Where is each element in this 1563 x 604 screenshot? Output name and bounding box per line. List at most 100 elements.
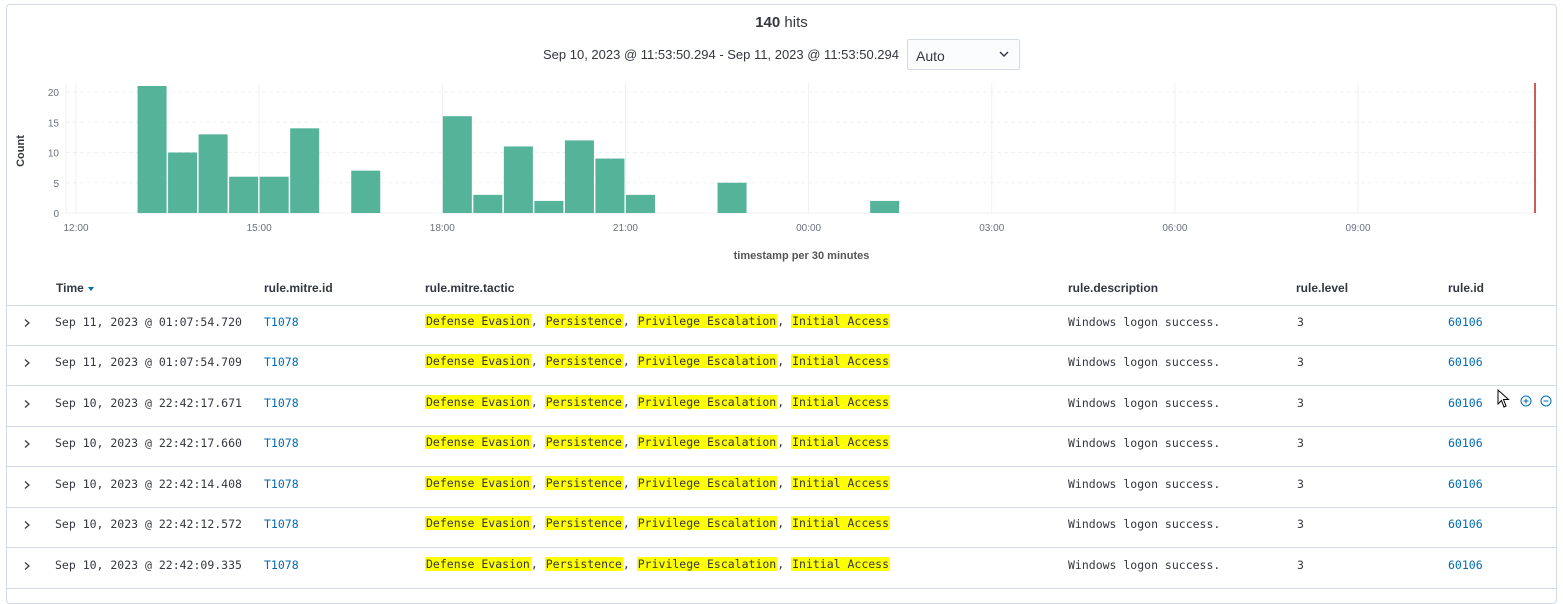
table-row[interactable]: Sep 10, 2023 @ 22:42:14.408 T1078 Defense … bbox=[6, 467, 1557, 508]
cell-rule-id[interactable]: 60106 bbox=[1448, 315, 1483, 329]
tactic-highlight: Initial Access bbox=[791, 516, 891, 530]
chevron-right-icon[interactable] bbox=[22, 358, 32, 368]
column-header-mitre-id[interactable]: rule.mitre.id bbox=[264, 281, 333, 295]
x-tick-label: 00:00 bbox=[796, 223, 821, 234]
tactic-highlight: Persistence bbox=[544, 557, 623, 571]
cell-mitre-id[interactable]: T1078 bbox=[264, 517, 299, 531]
chevron-right-icon[interactable] bbox=[22, 561, 32, 571]
hits-summary: 140 hits bbox=[755, 14, 808, 31]
cell-time: Sep 10, 2023 @ 22:42:12.572 bbox=[55, 517, 242, 531]
interval-select[interactable]: Auto bbox=[907, 39, 1020, 70]
tactic-highlight: Defense Evasion bbox=[425, 395, 531, 409]
chevron-right-icon[interactable] bbox=[22, 520, 32, 530]
histogram-bar[interactable] bbox=[229, 176, 259, 213]
tactic-highlight: Privilege Escalation bbox=[636, 314, 778, 328]
table-row[interactable]: Sep 11, 2023 @ 01:07:54.720 T1078 Defense … bbox=[6, 305, 1557, 346]
cell-mitre-tactic: Defense Evasion, Persistence, Privilege … bbox=[425, 557, 891, 571]
table-row[interactable]: Sep 10, 2023 @ 22:42:17.660 T1078 Defense … bbox=[6, 426, 1557, 467]
cell-description: Windows logon success. bbox=[1068, 477, 1221, 491]
table-row[interactable]: Sep 10, 2023 @ 22:42:17.671 T1078 Defense … bbox=[6, 386, 1557, 427]
histogram-bar[interactable] bbox=[564, 140, 594, 213]
cell-description: Windows logon success. bbox=[1068, 396, 1221, 410]
histogram-bar[interactable] bbox=[351, 170, 381, 213]
histogram-bar[interactable] bbox=[442, 116, 472, 213]
cell-rule-id[interactable]: 60106 bbox=[1448, 355, 1483, 369]
cell-mitre-tactic: Defense Evasion, Persistence, Privilege … bbox=[425, 354, 891, 368]
cell-time: Sep 10, 2023 @ 22:42:17.660 bbox=[55, 436, 242, 450]
cell-level: 3 bbox=[1297, 396, 1304, 410]
cell-level: 3 bbox=[1297, 315, 1304, 329]
minus-in-circle-icon[interactable] bbox=[1540, 395, 1552, 407]
x-tick-label: 15:00 bbox=[247, 223, 272, 234]
cell-time: Sep 10, 2023 @ 22:42:14.408 bbox=[55, 477, 242, 491]
cell-mitre-id[interactable]: T1078 bbox=[264, 558, 299, 572]
plus-in-circle-icon[interactable] bbox=[1520, 395, 1532, 407]
column-header-level[interactable]: rule.level bbox=[1296, 281, 1348, 295]
cell-level: 3 bbox=[1297, 558, 1304, 572]
histogram-bar[interactable] bbox=[259, 176, 289, 213]
chevron-right-icon[interactable] bbox=[22, 399, 32, 409]
cell-description: Windows logon success. bbox=[1068, 517, 1221, 531]
histogram-bar[interactable] bbox=[717, 182, 747, 213]
cell-rule-id[interactable]: 60106 bbox=[1448, 558, 1483, 572]
cell-rule-id[interactable]: 60106 bbox=[1448, 436, 1483, 450]
histogram-bar[interactable] bbox=[290, 128, 320, 213]
cell-time: Sep 11, 2023 @ 01:07:54.720 bbox=[55, 315, 242, 329]
cell-time: Sep 10, 2023 @ 22:42:09.335 bbox=[55, 558, 242, 572]
histogram-bar[interactable] bbox=[198, 134, 228, 213]
y-tick-label: 5 bbox=[53, 179, 59, 190]
table-row[interactable]: Sep 10, 2023 @ 22:42:12.572 T1078 Defense … bbox=[6, 507, 1557, 548]
cell-mitre-id[interactable]: T1078 bbox=[264, 355, 299, 369]
interval-value: Auto bbox=[916, 48, 945, 64]
tactic-highlight: Defense Evasion bbox=[425, 476, 531, 490]
x-tick-label: 03:00 bbox=[979, 223, 1004, 234]
cell-time: Sep 11, 2023 @ 01:07:54.709 bbox=[55, 355, 242, 369]
cell-description: Windows logon success. bbox=[1068, 355, 1221, 369]
cell-rule-id[interactable]: 60106 bbox=[1448, 517, 1483, 531]
histogram-bar[interactable] bbox=[137, 85, 167, 213]
tactic-highlight: Privilege Escalation bbox=[636, 395, 778, 409]
tactic-highlight: Persistence bbox=[544, 435, 623, 449]
tactic-highlight: Privilege Escalation bbox=[636, 476, 778, 490]
histogram-bar[interactable] bbox=[625, 194, 655, 213]
time-range-label: Sep 10, 2023 @ 11:53:50.294 - Sep 11, 20… bbox=[543, 47, 900, 62]
cell-level: 3 bbox=[1297, 517, 1304, 531]
column-header-rule-id[interactable]: rule.id bbox=[1448, 281, 1484, 295]
cell-mitre-tactic: Defense Evasion, Persistence, Privilege … bbox=[425, 395, 891, 409]
cell-rule-id[interactable]: 60106 bbox=[1448, 477, 1483, 491]
histogram-bar[interactable] bbox=[473, 194, 503, 213]
tactic-highlight: Persistence bbox=[544, 516, 623, 530]
histogram-bar[interactable] bbox=[595, 158, 625, 213]
histogram-bar[interactable] bbox=[503, 146, 533, 213]
y-tick-label: 20 bbox=[48, 88, 60, 99]
table-row[interactable]: Sep 10, 2023 @ 22:42:09.335 T1078 Defense … bbox=[6, 548, 1557, 589]
cell-mitre-id[interactable]: T1078 bbox=[264, 396, 299, 410]
table-row[interactable]: Sep 11, 2023 @ 01:07:54.709 T1078 Defense … bbox=[6, 345, 1557, 386]
tactic-highlight: Initial Access bbox=[791, 354, 891, 368]
histogram-chart[interactable]: Count 0 5 10 15 20 12:00 15:00 18:00 21:00 00:00 03… bbox=[0, 75, 1563, 255]
cell-mitre-tactic: Defense Evasion, Persistence, Privilege … bbox=[425, 314, 891, 328]
histogram-bar[interactable] bbox=[168, 152, 198, 213]
histogram-bar[interactable] bbox=[870, 200, 900, 213]
chevron-right-icon[interactable] bbox=[22, 318, 32, 328]
chevron-right-icon[interactable] bbox=[22, 439, 32, 449]
cell-rule-id[interactable]: 60106 bbox=[1448, 396, 1483, 410]
chevron-right-icon[interactable] bbox=[22, 480, 32, 490]
x-axis-title: timestamp per 30 minutes bbox=[733, 250, 870, 262]
cell-mitre-id[interactable]: T1078 bbox=[264, 477, 299, 491]
column-header-description[interactable]: rule.description bbox=[1068, 281, 1158, 295]
cell-mitre-id[interactable]: T1078 bbox=[264, 436, 299, 450]
column-header-time[interactable]: Time bbox=[56, 281, 94, 295]
y-tick-label: 0 bbox=[53, 209, 59, 220]
x-tick-label: 12:00 bbox=[63, 223, 88, 234]
cell-mitre-id[interactable]: T1078 bbox=[264, 315, 299, 329]
cell-mitre-tactic: Defense Evasion, Persistence, Privilege … bbox=[425, 435, 891, 449]
column-header-mitre-tactic[interactable]: rule.mitre.tactic bbox=[425, 281, 514, 295]
tactic-highlight: Privilege Escalation bbox=[636, 354, 778, 368]
table-header: Time rule.mitre.id rule.mitre.tactic rul… bbox=[6, 270, 1557, 306]
tactic-highlight: Persistence bbox=[544, 354, 623, 368]
sort-down-icon[interactable] bbox=[87, 286, 94, 291]
y-tick-label: 10 bbox=[48, 149, 60, 160]
cell-level: 3 bbox=[1297, 355, 1304, 369]
histogram-bar[interactable] bbox=[534, 200, 564, 213]
